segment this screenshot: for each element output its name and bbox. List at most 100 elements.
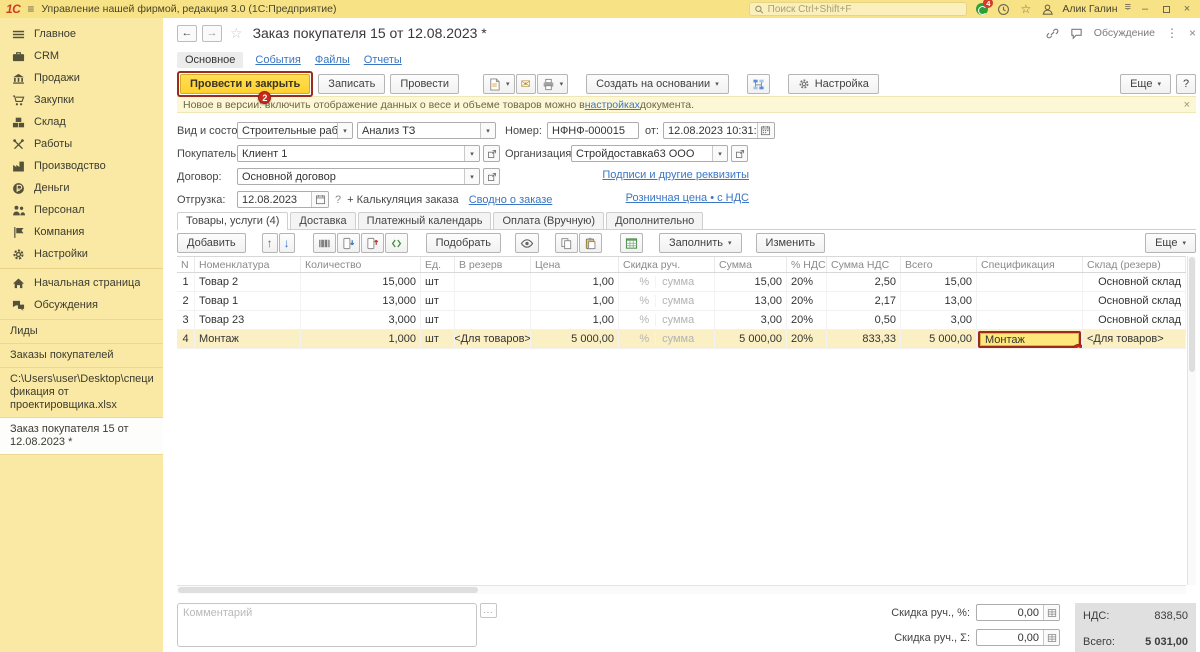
scan-barcode-button[interactable] xyxy=(313,233,336,253)
tab-main[interactable]: Основное xyxy=(177,52,243,68)
vertical-scrollbar[interactable] xyxy=(1187,256,1196,585)
pick-items-button[interactable]: Подобрать xyxy=(426,233,501,253)
cell-price[interactable]: 1,00 xyxy=(531,273,619,291)
subordination-structure-button[interactable] xyxy=(747,74,770,94)
horizontal-scrollbar-thumb[interactable] xyxy=(178,587,478,593)
load-from-terminal-button[interactable] xyxy=(337,233,360,253)
cell-price[interactable]: 1,00 xyxy=(531,311,619,329)
cell-qty[interactable]: 1,000 xyxy=(301,330,421,348)
vertical-scrollbar-thumb[interactable] xyxy=(1189,257,1195,372)
cell-vat_pct[interactable]: 20% xyxy=(787,292,827,310)
cell-disc[interactable]: %сумма xyxy=(619,292,715,310)
number-input[interactable]: НФНФ-000015 xyxy=(547,122,639,139)
cell-disc[interactable]: %сумма xyxy=(619,273,715,291)
org-open-icon[interactable] xyxy=(731,145,748,162)
cell-n[interactable]: 1 xyxy=(177,273,195,291)
cell-name[interactable]: Товар 23 xyxy=(195,311,301,329)
cell-reserve[interactable] xyxy=(455,311,531,329)
cell-reserve[interactable] xyxy=(455,292,531,310)
favorite-star-icon[interactable]: ☆ xyxy=(230,25,243,42)
table-icon[interactable] xyxy=(1043,630,1059,645)
shipment-hint[interactable]: ? xyxy=(335,194,341,206)
minimize-button[interactable]: – xyxy=(1138,2,1152,16)
cell-warehouse[interactable]: <Для товаров> xyxy=(1083,330,1186,348)
send-email-button[interactable]: ✉ xyxy=(516,74,536,94)
table-icon[interactable] xyxy=(1043,605,1059,620)
create-based-on-button[interactable]: Создать на основании▾ xyxy=(586,74,729,94)
tab-1[interactable]: События xyxy=(253,52,302,68)
more-menu-icon[interactable]: ⋮ xyxy=(1166,26,1178,40)
date-input[interactable]: 12.08.2023 10:31:16 xyxy=(663,122,775,139)
sidebar-item-money[interactable]: Деньги xyxy=(0,177,163,199)
move-down-button[interactable]: ↓ xyxy=(279,233,295,253)
cell-discount-sum[interactable]: сумма xyxy=(655,333,714,345)
doc-tab-4[interactable]: Дополнительно xyxy=(606,212,703,229)
cell-reserve[interactable]: <Для товаров> xyxy=(455,330,531,348)
tab-2[interactable]: Файлы xyxy=(313,52,352,68)
shipment-date-input[interactable]: 12.08.2023 xyxy=(237,191,329,208)
cell-total[interactable]: 3,00 xyxy=(901,311,977,329)
cell-spec[interactable] xyxy=(977,311,1083,329)
cell-qty[interactable]: 3,000 xyxy=(301,311,421,329)
sidebar-item-chat[interactable]: Обсуждения xyxy=(0,294,163,316)
cell-vat_sum[interactable]: 2,17 xyxy=(827,292,901,310)
sidebar-item-staff[interactable]: Персонал xyxy=(0,199,163,221)
cell-vat_sum[interactable]: 2,50 xyxy=(827,273,901,291)
contract-select[interactable]: Основной договор▾ xyxy=(237,168,480,185)
notification-center-icon[interactable]: 4 xyxy=(974,2,989,16)
fill-button[interactable]: Заполнить▾ xyxy=(659,233,742,253)
sidebar-item-sales[interactable]: Продажи xyxy=(0,67,163,89)
cell-n[interactable]: 3 xyxy=(177,311,195,329)
discussion-icon[interactable] xyxy=(1070,27,1083,40)
kind-select[interactable]: Строительные работы▾ xyxy=(237,122,353,139)
cell-discount-sum[interactable]: сумма xyxy=(655,314,714,326)
window-tab-0[interactable]: Лиды xyxy=(0,319,163,343)
more-button-table[interactable]: Еще▾ xyxy=(1145,233,1196,253)
calendar-icon[interactable] xyxy=(311,192,328,207)
calendar-icon[interactable] xyxy=(757,123,774,138)
cell-vat_pct[interactable]: 20% xyxy=(787,273,827,291)
move-up-button[interactable]: ↑ xyxy=(262,233,278,253)
cell-name[interactable]: Товар 2 xyxy=(195,273,301,291)
cell-total[interactable]: 13,00 xyxy=(901,292,977,310)
signatures-link[interactable]: Подписи и другие реквизиты xyxy=(602,169,749,181)
table-row-2[interactable]: 2Товар 113,000шт1,00%сумма13,0020%2,1713… xyxy=(177,292,1186,311)
window-tab-3[interactable]: Заказ покупателя 15 от 12.08.2023 * xyxy=(0,417,163,455)
table-row-4[interactable]: 4Монтаж1,000шт<Для товаров>5 000,00%сумм… xyxy=(177,330,1186,349)
post-button[interactable]: Провести xyxy=(390,74,459,94)
cell-qty[interactable]: 13,000 xyxy=(301,292,421,310)
comment-more-button[interactable]: ... xyxy=(480,603,497,618)
window-tab-1[interactable]: Заказы покупателей xyxy=(0,343,163,367)
notice-settings-link[interactable]: настройках xyxy=(585,99,640,111)
change-button[interactable]: Изменить xyxy=(756,233,826,253)
collapse-rows-button[interactable] xyxy=(385,233,408,253)
discussion-label[interactable]: Обсуждение xyxy=(1094,27,1155,39)
sidebar-item-company[interactable]: Компания xyxy=(0,221,163,243)
cell-n[interactable]: 2 xyxy=(177,292,195,310)
cell-sum[interactable]: 13,00 xyxy=(715,292,787,310)
contract-open-icon[interactable] xyxy=(483,168,500,185)
maximize-button[interactable] xyxy=(1159,2,1173,16)
help-button[interactable]: ? xyxy=(1176,74,1196,94)
post-and-close-button[interactable]: Провести и закрыть xyxy=(180,74,310,94)
cell-unit[interactable]: шт xyxy=(421,311,455,329)
user-name[interactable]: Алик Галин xyxy=(1062,3,1117,15)
forward-button[interactable]: → xyxy=(202,25,222,42)
cell-sum[interactable]: 15,00 xyxy=(715,273,787,291)
tab-3[interactable]: Отчеты xyxy=(362,52,404,68)
discount-pct-input[interactable]: 0,00 xyxy=(976,604,1060,621)
cell-reserve[interactable] xyxy=(455,273,531,291)
sidebar-item-crm[interactable]: CRM xyxy=(0,45,163,67)
add-row-button[interactable]: Добавить xyxy=(177,233,246,253)
cell-vat_sum[interactable]: 0,50 xyxy=(827,311,901,329)
cell-discount-pct[interactable]: % xyxy=(619,314,655,326)
cell-discount-sum[interactable]: сумма xyxy=(655,295,714,307)
main-menu-icon[interactable]: ≡ xyxy=(27,3,34,15)
close-window-button[interactable]: × xyxy=(1180,2,1194,16)
save-button[interactable]: Записать xyxy=(318,74,385,94)
cell-name[interactable]: Монтаж xyxy=(195,330,301,348)
cell-vat_pct[interactable]: 20% xyxy=(787,311,827,329)
cell-spec[interactable] xyxy=(977,273,1083,291)
cell-vat_pct[interactable]: 20% xyxy=(787,330,827,348)
specification-cell-input[interactable]: Монтаж xyxy=(980,333,1079,346)
